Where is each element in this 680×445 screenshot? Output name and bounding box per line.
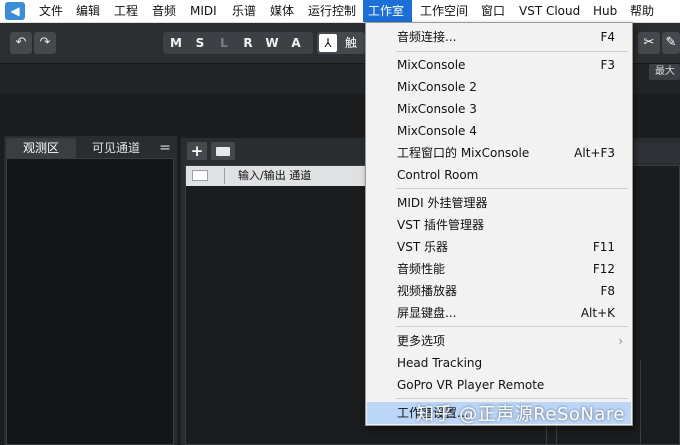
track-row[interactable]: 输入/输出 通道 [186,166,366,186]
menu-vst-cloud[interactable]: VST Cloud [514,0,585,22]
menu-control-room[interactable]: Control Room [367,164,631,186]
menu-workspaces[interactable]: 工作空间 [415,0,473,22]
watermark: 知乎 @正声源ReSoNare [416,404,626,425]
tab-visibility[interactable]: 可见通道 [82,138,150,158]
menu-window[interactable]: 窗口 [476,0,510,22]
inspector-body [6,158,174,445]
menu-file[interactable]: 文件 [34,0,68,22]
menu-project-mixconsole[interactable]: 工程窗口的 MixConsole Alt+F3 [367,142,631,164]
mute-mode-button[interactable]: M [164,32,188,54]
menu-studio[interactable]: 工作室 [363,0,412,22]
search-area [634,143,680,163]
menu-project[interactable]: 工程 [109,0,143,22]
menu-separator [396,398,628,399]
menu-audio-connections[interactable]: 音频连接... F4 [367,26,631,48]
menu-separator [396,188,628,189]
menu-midi[interactable]: MIDI [185,0,222,22]
cubase-logo-icon[interactable]: ◀ [5,2,25,20]
menu-score[interactable]: 乐谱 [227,0,261,22]
mode-buttons: M S L R W A [163,32,313,54]
divider [640,360,641,445]
menu-transport[interactable]: 运行控制 [303,0,361,22]
automation-tool-selector[interactable]: ⅄ 触 [317,32,365,54]
read-mode-button[interactable]: R [236,32,260,54]
redo-icon[interactable]: ↷ [34,32,56,54]
menu-onscreen-keyboard[interactable]: 屏显键盘... Alt+K [367,302,631,324]
submenu-arrow-icon: › [618,334,623,348]
menu-media[interactable]: 媒体 [265,0,299,22]
menu-audio-performance[interactable]: 音频性能 F12 [367,258,631,280]
menu-head-tracking[interactable]: Head Tracking [367,352,631,374]
maximize-button[interactable]: 最大 [649,64,680,80]
menu-separator [396,51,628,52]
listen-mode-button[interactable]: L [212,32,236,54]
studio-menu: 音频连接... F4 MixConsole F3 MixConsole 2 MixC… [365,22,633,426]
menu-midi-device-manager[interactable]: MIDI 外挂管理器 [367,192,631,214]
automation-mode-button[interactable]: A [284,32,308,54]
solo-mode-button[interactable]: S [188,32,212,54]
divider [224,168,225,184]
zone-menu-icon[interactable]: = [157,138,173,158]
menu-more-options[interactable]: 更多选项 › [367,330,631,352]
tool-label: 触 [345,36,358,50]
menu-audio[interactable]: 音频 [147,0,181,22]
pencil-tool-icon[interactable]: ✎ [662,32,680,54]
add-folder-button[interactable] [211,142,235,160]
menu-edit[interactable]: 编辑 [71,0,105,22]
tab-inspector[interactable]: 观测区 [6,138,76,158]
menu-separator [396,326,628,327]
menu-mixconsole-2[interactable]: MixConsole 2 [367,76,631,98]
folder-icon [216,147,230,156]
menu-mixconsole-4[interactable]: MixConsole 4 [367,120,631,142]
menu-vst-plugin-manager[interactable]: VST 插件管理器 [367,214,631,236]
menu-vst-instruments[interactable]: VST 乐器 F11 [367,236,631,258]
add-track-button[interactable]: + [187,142,207,160]
menu-bar: ◀ 文件 编辑 工程 音频 MIDI 乐谱 媒体 运行控制 工作室 工作空间 窗… [0,0,680,23]
menu-mixconsole[interactable]: MixConsole F3 [367,54,631,76]
menu-video-player[interactable]: 视频播放器 F8 [367,280,631,302]
menu-mixconsole-3[interactable]: MixConsole 3 [367,98,631,120]
folder-icon [192,170,208,181]
menu-hub[interactable]: Hub [588,0,622,22]
menu-help[interactable]: 帮助 [625,0,659,22]
write-mode-button[interactable]: W [260,32,284,54]
automation-tool-icon: ⅄ [319,34,337,52]
menu-gopro-vr-remote[interactable]: GoPro VR Player Remote [367,374,631,396]
split-tool-icon[interactable]: ✂ [638,32,660,54]
undo-icon[interactable]: ↶ [10,32,32,54]
track-name: 输入/输出 通道 [238,169,312,182]
